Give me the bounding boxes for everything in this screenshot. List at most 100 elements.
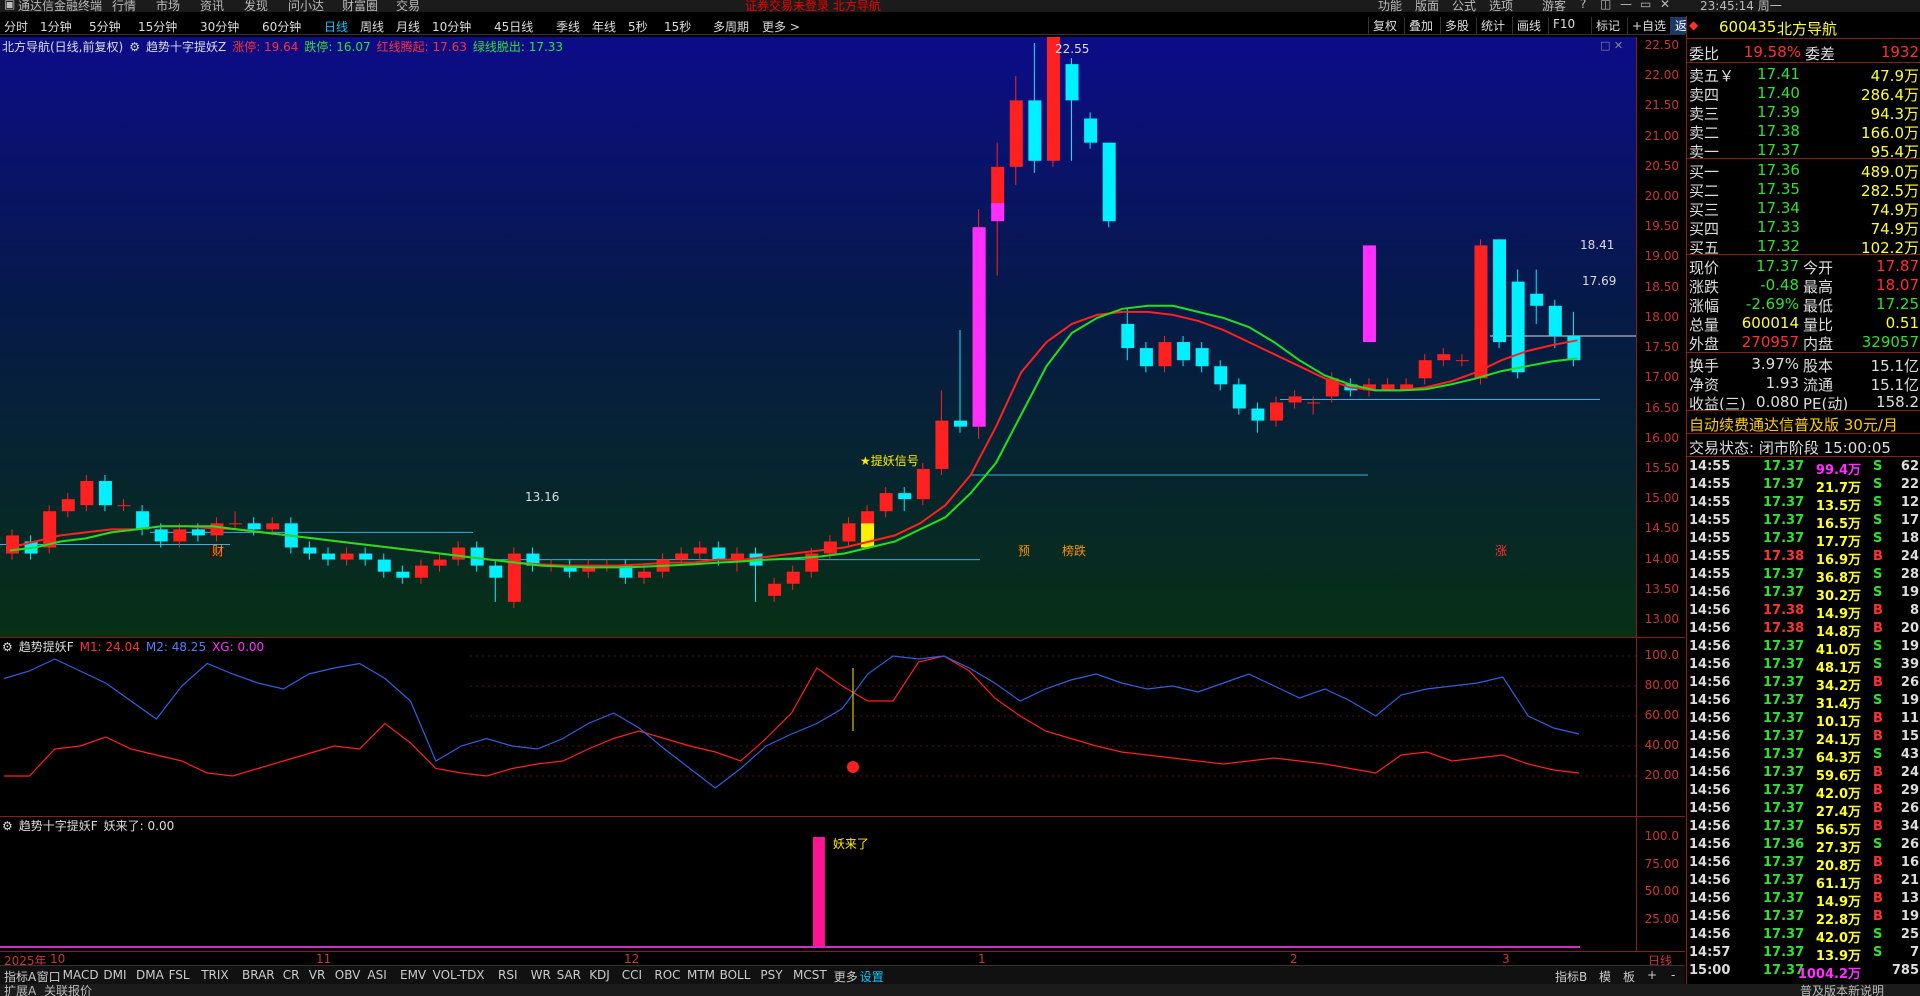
tab-MACD[interactable]: MACD xyxy=(63,968,99,982)
tab-VR[interactable]: VR xyxy=(309,968,326,982)
status-item[interactable]: 关联报价 xyxy=(44,984,92,996)
menu-item[interactable]: 发现 xyxy=(244,0,268,12)
tool-统计[interactable]: 统计 xyxy=(1476,17,1509,34)
bid-row[interactable]: 买四 17.33 74.9万 xyxy=(1687,217,1920,238)
bid-price: 17.36 xyxy=(1757,161,1800,179)
tab-SAR[interactable]: SAR xyxy=(557,968,581,982)
tool-复权[interactable]: 复权 xyxy=(1368,17,1401,34)
period-周线[interactable]: 周线 xyxy=(360,18,384,35)
user-label[interactable]: 游客 xyxy=(1542,0,1566,12)
promo-row[interactable]: 自动续费通达信普及版 30元/月 xyxy=(1687,413,1920,435)
tab-DMI[interactable]: DMI xyxy=(103,968,126,982)
period-15秒[interactable]: 15秒 xyxy=(664,18,691,35)
promo-text[interactable]: 自动续费通达信普及版 30元/月 xyxy=(1689,414,1898,435)
tab-ROC[interactable]: ROC xyxy=(654,968,680,982)
tick-time: 14:56 xyxy=(1689,675,1731,690)
tool-叠加[interactable]: 叠加 xyxy=(1404,17,1437,34)
tab-PSY[interactable]: PSY xyxy=(760,968,782,982)
tab-+[interactable]: + xyxy=(1647,968,1657,982)
bid-row[interactable]: 买一 17.36 489.0万 xyxy=(1687,160,1920,181)
ask-row[interactable]: 卖三 17.39 94.3万 xyxy=(1687,102,1920,123)
tab-窗口[interactable]: 窗口 xyxy=(37,968,61,985)
signal-pane[interactable]: ⚙ 趋势十字提妖F 妖来了: 0.00 妖来了 xyxy=(0,817,1636,951)
tab-CR[interactable]: CR xyxy=(283,968,300,982)
period-多周期[interactable]: 多周期 xyxy=(713,18,749,35)
tab-指标B[interactable]: 指标B xyxy=(1555,968,1587,985)
date-label: 1 xyxy=(978,952,986,966)
tab-VOL-TDX[interactable]: VOL-TDX xyxy=(433,968,485,982)
tab-指标A[interactable]: 指标A xyxy=(4,968,36,985)
menu-item[interactable]: 资讯 xyxy=(200,0,224,12)
tab-设置[interactable]: 设置 xyxy=(860,968,884,985)
menu-item[interactable]: 功能 xyxy=(1378,0,1402,12)
tab-MTM[interactable]: MTM xyxy=(687,968,715,982)
menu-item[interactable]: 通达信金融终端 xyxy=(18,0,102,12)
tab-OBV[interactable]: OBV xyxy=(335,968,361,982)
tick-time: 14:57 xyxy=(1689,945,1731,960)
ask-row[interactable]: 卖二 17.38 166.0万 xyxy=(1687,121,1920,142)
menu-item[interactable]: 财富圈 xyxy=(342,0,378,12)
tab-MCST[interactable]: MCST xyxy=(793,968,827,982)
period-5分钟[interactable]: 5分钟 xyxy=(89,18,121,35)
tab-ASI[interactable]: ASI xyxy=(367,968,386,982)
close-icon[interactable]: ✕ xyxy=(1660,0,1670,11)
menu-item[interactable]: 行情 xyxy=(112,0,136,12)
period-年线[interactable]: 年线 xyxy=(592,18,616,35)
ask-row[interactable]: 卖五￥ 17.41 47.9万 xyxy=(1687,64,1920,85)
help-icon[interactable]: ? xyxy=(1580,0,1586,11)
oscillator-pane[interactable]: ⚙ 趋势提妖F M1: 24.04 M2: 48.25 XG: 0.00 xyxy=(0,638,1636,816)
tab-更多[interactable]: 更多 xyxy=(834,968,858,985)
tool-标记[interactable]: 标记 xyxy=(1591,17,1624,34)
tab-WR[interactable]: WR xyxy=(531,968,551,982)
ask-row[interactable]: 卖一 17.37 95.4万 xyxy=(1687,140,1920,161)
period-45日线[interactable]: 45日线 xyxy=(494,18,533,35)
minimize-icon[interactable]: — xyxy=(1620,0,1632,11)
tick-side: S xyxy=(1873,639,1883,654)
tool-多股[interactable]: 多股 xyxy=(1440,17,1473,34)
tab-EMV[interactable]: EMV xyxy=(400,968,426,982)
period-30分钟[interactable]: 30分钟 xyxy=(200,18,239,35)
tab-FSL[interactable]: FSL xyxy=(169,968,190,982)
login-warning[interactable]: 证券交易未登录 北方导航 xyxy=(745,0,881,12)
ask-row[interactable]: 卖四 17.40 286.4万 xyxy=(1687,83,1920,104)
tab-模[interactable]: 模 xyxy=(1599,968,1611,985)
bid-row[interactable]: 买二 17.35 282.5万 xyxy=(1687,179,1920,200)
status-item[interactable]: 扩展A xyxy=(4,984,36,996)
period-月线[interactable]: 月线 xyxy=(396,18,420,35)
kline-pane[interactable]: 北方导航(日线,前复权) ⚙ 趋势十字提妖Z 涨停: 19.64 跌停: 16.07 红线… xyxy=(0,37,1636,637)
tool-F10[interactable]: F10 xyxy=(1548,17,1579,34)
restore-icon[interactable]: ▭ xyxy=(1640,0,1651,11)
period-更多 >[interactable]: 更多 > xyxy=(762,18,800,35)
menu-item[interactable]: 版面 xyxy=(1415,0,1439,12)
window-icon[interactable]: ◫ xyxy=(1600,0,1611,11)
tab-BRAR[interactable]: BRAR xyxy=(242,968,275,982)
menu-item[interactable]: 选项 xyxy=(1489,0,1513,12)
period-15分钟[interactable]: 15分钟 xyxy=(138,18,177,35)
stock-name[interactable]: 北方导航 xyxy=(1777,18,1837,39)
period-1分钟[interactable]: 1分钟 xyxy=(40,18,72,35)
bid-row[interactable]: 买五 17.32 102.2万 xyxy=(1687,236,1920,257)
period-日线[interactable]: 日线 xyxy=(324,18,348,35)
period-60分钟[interactable]: 60分钟 xyxy=(262,18,301,35)
menu-item[interactable]: 问小达 xyxy=(288,0,324,12)
stock-code[interactable]: 600435 xyxy=(1719,18,1776,36)
period-10分钟[interactable]: 10分钟 xyxy=(432,18,471,35)
tab-CCI[interactable]: CCI xyxy=(622,968,642,982)
tool-画线[interactable]: 画线 xyxy=(1512,17,1545,34)
status-right[interactable]: 普及版本新说明 xyxy=(1800,984,1884,996)
tab-RSI[interactable]: RSI xyxy=(498,968,518,982)
period-分时[interactable]: 分时 xyxy=(4,18,28,35)
menu-item[interactable]: 交易 xyxy=(396,0,420,12)
tab-TRIX[interactable]: TRIX xyxy=(201,968,228,982)
menu-item[interactable]: 公式 xyxy=(1452,0,1476,12)
tab-BOLL[interactable]: BOLL xyxy=(720,968,751,982)
period-季线[interactable]: 季线 xyxy=(556,18,580,35)
bid-row[interactable]: 买三 17.34 74.9万 xyxy=(1687,198,1920,219)
tool-+自选[interactable]: +自选 xyxy=(1627,17,1670,34)
period-5秒[interactable]: 5秒 xyxy=(628,18,648,35)
tab-DMA[interactable]: DMA xyxy=(136,968,164,982)
menu-item[interactable]: 市场 xyxy=(156,0,180,12)
tab-KDJ[interactable]: KDJ xyxy=(589,968,610,982)
tab--[interactable]: - xyxy=(1671,968,1675,982)
tab-板[interactable]: 板 xyxy=(1623,968,1635,985)
